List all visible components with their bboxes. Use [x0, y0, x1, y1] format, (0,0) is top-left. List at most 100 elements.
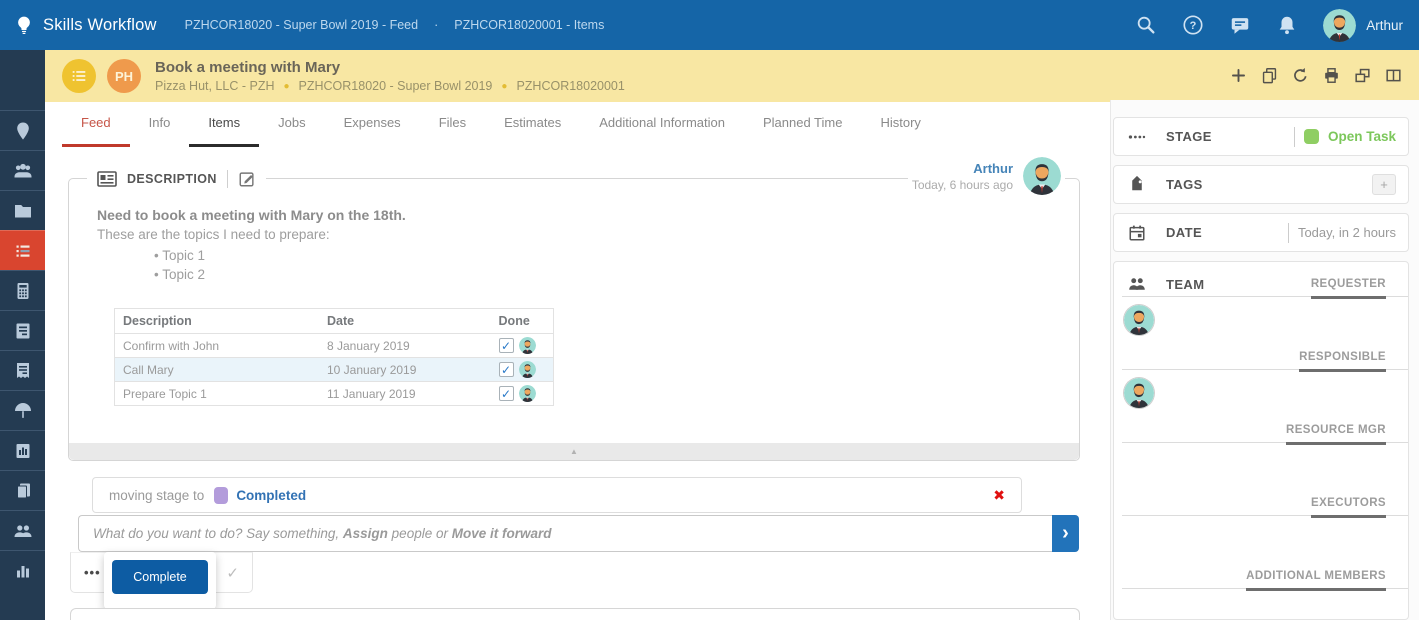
- stage-name[interactable]: Completed: [236, 488, 306, 503]
- breadcrumb-item[interactable]: PZHCOR18020001 - Items: [454, 18, 604, 32]
- sidebar-item-receipt[interactable]: [0, 350, 45, 390]
- responsible-avatar[interactable]: [1124, 378, 1154, 408]
- tab-additional-information[interactable]: Additional Information: [580, 100, 744, 147]
- role-label-resource-mgr: RESOURCE MGR: [1286, 424, 1386, 445]
- receipt-icon: [13, 361, 33, 381]
- sidebar-item-document[interactable]: [0, 310, 45, 350]
- collapse-arrow-icon: ▲: [570, 448, 578, 456]
- requester-members: [1114, 297, 1408, 343]
- breadcrumb: PZHCOR18020 - Super Bowl 2019 - Feed · P…: [185, 18, 605, 32]
- skills-workflow-app: Skills Workflow PZHCOR18020 - Super Bowl…: [0, 0, 1419, 620]
- client-initials: PH: [115, 69, 133, 84]
- tags-card: TAGS +: [1113, 165, 1409, 204]
- chat-icon[interactable]: [1229, 14, 1251, 36]
- stage-status-value[interactable]: Open Task: [1328, 129, 1396, 144]
- complete-button[interactable]: Complete: [112, 560, 208, 594]
- send-button[interactable]: ›: [1052, 515, 1079, 552]
- item-code[interactable]: PZHCOR18020001: [516, 79, 624, 93]
- confirm-action-icon[interactable]: ✓: [226, 564, 239, 582]
- user-avatar[interactable]: [1323, 9, 1356, 42]
- column-header-done: Done: [491, 309, 554, 334]
- divider: [1288, 223, 1289, 243]
- add-icon[interactable]: [1229, 66, 1248, 85]
- sidebar-item-calculator[interactable]: [0, 270, 45, 310]
- calendar-icon: [1128, 224, 1158, 242]
- client-badge[interactable]: PH: [107, 59, 141, 93]
- table-row[interactable]: Confirm with John 8 January 2019 ✓: [115, 334, 554, 358]
- duplicate-icon[interactable]: [1260, 66, 1279, 85]
- done-checkbox[interactable]: ✓: [499, 386, 514, 401]
- role-requester-header: REQUESTER: [1114, 270, 1408, 297]
- task-date: 11 January 2019: [319, 382, 491, 406]
- notifications-bell-icon[interactable]: [1276, 14, 1298, 36]
- add-tag-button[interactable]: +: [1372, 174, 1396, 195]
- print-icon[interactable]: [1322, 66, 1341, 85]
- column-header-description: Description: [115, 309, 320, 334]
- search-icon[interactable]: [1135, 14, 1157, 36]
- copies-icon: [13, 481, 33, 501]
- description-author: Arthur Today, 6 hours ago: [908, 155, 1065, 197]
- next-feed-card: [70, 608, 1080, 620]
- tab-items[interactable]: Items: [189, 100, 259, 147]
- sidebar-item-pin[interactable]: [0, 110, 45, 150]
- collapse-bar[interactable]: ▲: [69, 443, 1079, 460]
- windows-icon[interactable]: [1353, 66, 1372, 85]
- bar-chart-icon: [13, 561, 33, 581]
- split-view-icon[interactable]: [1384, 66, 1403, 85]
- user-menu[interactable]: Arthur: [1323, 9, 1403, 42]
- sidebar-item-items-active[interactable]: [0, 230, 45, 270]
- table-row[interactable]: Prepare Topic 1 11 January 2019 ✓: [115, 382, 554, 406]
- sidebar-item-copies[interactable]: [0, 470, 45, 510]
- done-checkbox[interactable]: ✓: [499, 362, 514, 377]
- sidebar-item-umbrella[interactable]: [0, 390, 45, 430]
- author-avatar[interactable]: [1023, 157, 1061, 195]
- tab-estimates[interactable]: Estimates: [485, 100, 580, 147]
- description-card: DESCRIPTION Arthur Today, 6 hours ago Ne…: [68, 178, 1080, 461]
- tab-expenses[interactable]: Expenses: [325, 100, 420, 147]
- cancel-stage-change-icon[interactable]: ✖: [993, 487, 1005, 504]
- item-type-icon[interactable]: [62, 59, 96, 93]
- sidebar-item-folder[interactable]: [0, 190, 45, 230]
- help-icon[interactable]: ?: [1182, 14, 1204, 36]
- column-header-date: Date: [319, 309, 491, 334]
- responsible-members: [1114, 370, 1408, 416]
- client-name[interactable]: Pizza Hut, LLC - PZH: [155, 79, 274, 93]
- tab-jobs[interactable]: Jobs: [259, 100, 324, 147]
- sidebar-item-report[interactable]: [0, 430, 45, 470]
- stage-banner-text: moving stage to: [109, 488, 204, 503]
- done-checkbox[interactable]: ✓: [499, 338, 514, 353]
- date-value[interactable]: Today, in 2 hours: [1298, 225, 1396, 240]
- author-name[interactable]: Arthur: [973, 161, 1013, 176]
- tab-planned-time[interactable]: Planned Time: [744, 100, 862, 147]
- tab-history[interactable]: History: [861, 100, 939, 147]
- left-sidebar: [0, 50, 45, 620]
- edit-icon[interactable]: [238, 170, 256, 188]
- task-date: 8 January 2019: [319, 334, 491, 358]
- tab-info[interactable]: Info: [130, 100, 190, 147]
- more-actions-button[interactable]: •••: [84, 565, 101, 580]
- role-label-requester: REQUESTER: [1311, 278, 1386, 299]
- additional-members: [1114, 589, 1408, 620]
- tab-feed[interactable]: Feed: [62, 100, 130, 147]
- composer-input[interactable]: What do you want to do? Say something, A…: [78, 515, 1052, 552]
- sidebar-item-people[interactable]: [0, 510, 45, 550]
- task-description: Prepare Topic 1: [115, 382, 320, 406]
- sidebar-item-contacts[interactable]: [0, 150, 45, 190]
- svg-text:?: ?: [1190, 20, 1197, 32]
- sidebar-item-chart[interactable]: [0, 550, 45, 590]
- project-name[interactable]: PZHCOR18020 - Super Bowl 2019: [299, 79, 493, 93]
- table-row-highlighted[interactable]: Call Mary 10 January 2019 ✓: [115, 358, 554, 382]
- tab-files[interactable]: Files: [420, 100, 485, 147]
- description-legend: DESCRIPTION: [87, 167, 266, 191]
- send-chevron-icon: ›: [1062, 523, 1069, 543]
- app-title: Skills Workflow: [43, 16, 157, 35]
- content-tabs: Feed Info Items Jobs Expenses Files Esti…: [62, 100, 940, 147]
- stage-card: STAGE Open Task: [1113, 117, 1409, 156]
- requester-avatar[interactable]: [1124, 305, 1154, 335]
- job-header: PH Book a meeting with Mary Pizza Hut, L…: [45, 50, 1419, 102]
- description-section-title: DESCRIPTION: [127, 172, 217, 186]
- refresh-icon[interactable]: [1291, 66, 1310, 85]
- tag-icon: [1128, 176, 1158, 194]
- breadcrumb-project[interactable]: PZHCOR18020 - Super Bowl 2019 - Feed: [185, 18, 418, 32]
- assignee-avatar: [519, 337, 536, 354]
